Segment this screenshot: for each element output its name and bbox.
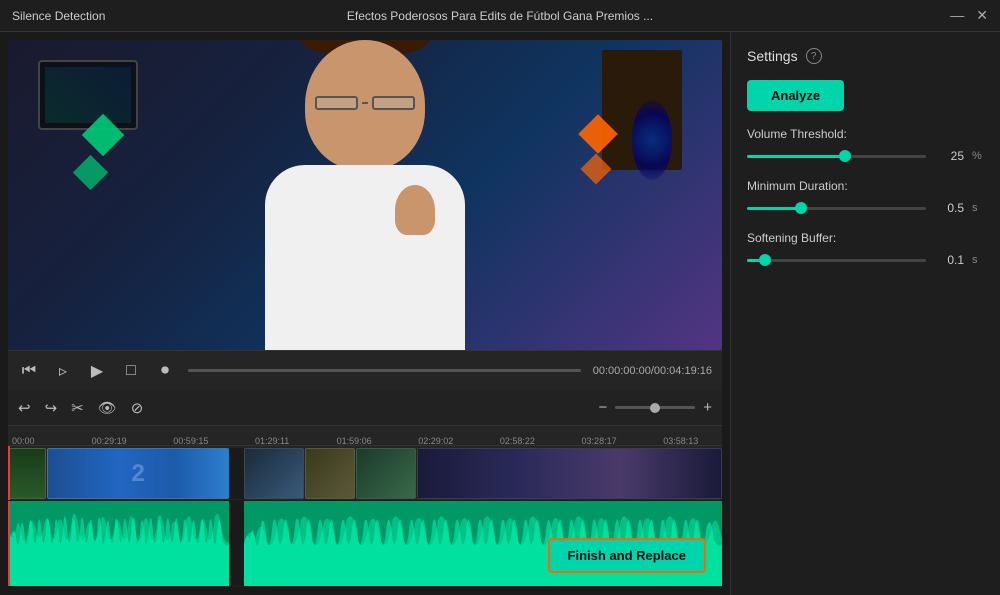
duration-unit: s — [972, 202, 984, 214]
softening-buffer-slider[interactable] — [747, 259, 926, 262]
ruler-mark-8: 03:58:13 — [663, 436, 698, 446]
volume-threshold-slider-row: 25 % — [747, 149, 984, 163]
duration-fill — [747, 207, 801, 210]
stop-button[interactable]: □ — [120, 360, 142, 382]
zoom-slider[interactable] — [615, 406, 695, 409]
playhead — [8, 446, 10, 500]
ruler-mark-3: 01:29:11 — [255, 436, 289, 446]
finish-replace-button[interactable]: Finish and Replace — [548, 538, 706, 573]
left-panel: ⏮ ▹ ▶ □ ⏺ 00:00:00:00/00:04:19:16 ↩ ↪ ✂ … — [0, 32, 730, 595]
undo-button[interactable]: ↩ — [18, 399, 31, 417]
minimum-duration-slider[interactable] — [747, 207, 926, 210]
time-display: 00:00:00:00/00:04:19:16 — [593, 365, 712, 377]
zoom-in-button[interactable]: + — [703, 399, 712, 416]
main-content: ⏮ ▹ ▶ □ ⏺ 00:00:00:00/00:04:19:16 ↩ ↪ ✂ … — [0, 32, 1000, 595]
volume-thumb — [839, 150, 851, 162]
help-icon[interactable]: ? — [806, 48, 822, 64]
timeline-gap — [229, 448, 243, 499]
cut-button[interactable]: ✂ — [71, 399, 84, 417]
skip-back-button[interactable]: ⏮ — [18, 360, 40, 382]
ruler-mark-7: 03:28:17 — [582, 436, 617, 446]
ruler-mark-1: 00:29:19 — [92, 436, 127, 446]
video-clip-r2 — [305, 448, 355, 499]
minimum-duration-slider-row: 0.5 s — [747, 201, 984, 215]
person-body — [265, 165, 465, 350]
video-clip-r1 — [244, 448, 304, 499]
eye-button[interactable]: 👁 — [98, 399, 117, 417]
video-clip-r4 — [417, 448, 722, 499]
record-button[interactable]: ⏺ — [154, 360, 176, 382]
bg-diamond-2 — [73, 155, 108, 190]
ruler-mark-0: 00:00 — [12, 436, 35, 446]
duration-thumb — [795, 202, 807, 214]
step-back-button[interactable]: ▹ — [52, 360, 74, 382]
audio-waveform-left: // Generate waveform bars — [8, 501, 229, 586]
volume-threshold-setting: Volume Threshold: 25 % — [747, 127, 984, 163]
analyze-button[interactable]: Analyze — [747, 80, 844, 111]
play-button[interactable]: ▶ — [86, 360, 108, 382]
settings-header: Settings ? — [747, 48, 984, 64]
right-panel: Settings ? Analyze Volume Threshold: 25 … — [730, 32, 1000, 595]
softening-buffer-setting: Softening Buffer: 0.1 s — [747, 231, 984, 267]
audio-gap — [229, 501, 243, 586]
volume-threshold-label: Volume Threshold: — [747, 127, 984, 141]
minimize-button[interactable]: — — [950, 7, 964, 24]
window-controls: — ✕ — [950, 7, 988, 24]
progress-bar[interactable] — [188, 369, 581, 372]
bg-light — [632, 100, 672, 180]
video-clip-1 — [8, 448, 46, 499]
waveform-svg-left: // Generate waveform bars — [8, 501, 229, 586]
volume-fill — [747, 155, 845, 158]
zoom-out-button[interactable]: − — [598, 399, 607, 416]
close-button[interactable]: ✕ — [976, 7, 988, 24]
video-title: Efectos Poderosos Para Edits de Fútbol G… — [347, 9, 653, 23]
ruler-mark-5: 02:29:02 — [418, 436, 453, 446]
minimum-duration-label: Minimum Duration: — [747, 179, 984, 193]
title-bar: Silence Detection Efectos Poderosos Para… — [0, 0, 1000, 32]
settings-title: Settings — [747, 48, 798, 64]
softening-unit: s — [972, 254, 984, 266]
tool-right: − + — [598, 399, 712, 416]
volume-value: 25 — [934, 149, 964, 163]
softening-buffer-slider-row: 0.1 s — [747, 253, 984, 267]
app-title: Silence Detection — [12, 9, 105, 23]
video-controls: ⏮ ▹ ▶ □ ⏺ 00:00:00:00/00:04:19:16 — [8, 350, 722, 390]
softening-value: 0.1 — [934, 253, 964, 267]
timeline-toolbar: ↩ ↪ ✂ 👁 ⊘ − + — [8, 390, 722, 426]
bg-monitor — [38, 60, 138, 130]
volume-threshold-slider[interactable] — [747, 155, 926, 158]
timeline-area: 00:00 00:29:19 00:59:15 01:29:11 01:59:0… — [8, 426, 722, 587]
time-ruler: 00:00 00:29:19 00:59:15 01:29:11 01:59:0… — [8, 426, 722, 446]
ruler-mark-4: 01:59:06 — [337, 436, 372, 446]
duration-value: 0.5 — [934, 201, 964, 215]
video-clips-left: 2 — [8, 448, 229, 499]
ruler-mark-2: 00:59:15 — [173, 436, 208, 446]
video-preview — [8, 40, 722, 350]
minimum-duration-setting: Minimum Duration: 0.5 s — [747, 179, 984, 215]
video-thumbnail — [8, 40, 722, 350]
audio-playhead — [8, 501, 10, 586]
softening-buffer-label: Softening Buffer: — [747, 231, 984, 245]
disable-button[interactable]: ⊘ — [131, 399, 144, 417]
volume-unit: % — [972, 150, 984, 162]
video-clips-right — [244, 448, 722, 499]
ruler-mark-6: 02:58:22 — [500, 436, 535, 446]
softening-thumb — [759, 254, 771, 266]
redo-button[interactable]: ↪ — [45, 399, 58, 417]
tool-left: ↩ ↪ ✂ 👁 ⊘ — [18, 399, 143, 417]
video-clip-r3 — [356, 448, 416, 499]
video-track: 2 — [8, 446, 722, 501]
video-clip-2: 2 — [47, 448, 229, 499]
zoom-thumb — [650, 403, 660, 413]
